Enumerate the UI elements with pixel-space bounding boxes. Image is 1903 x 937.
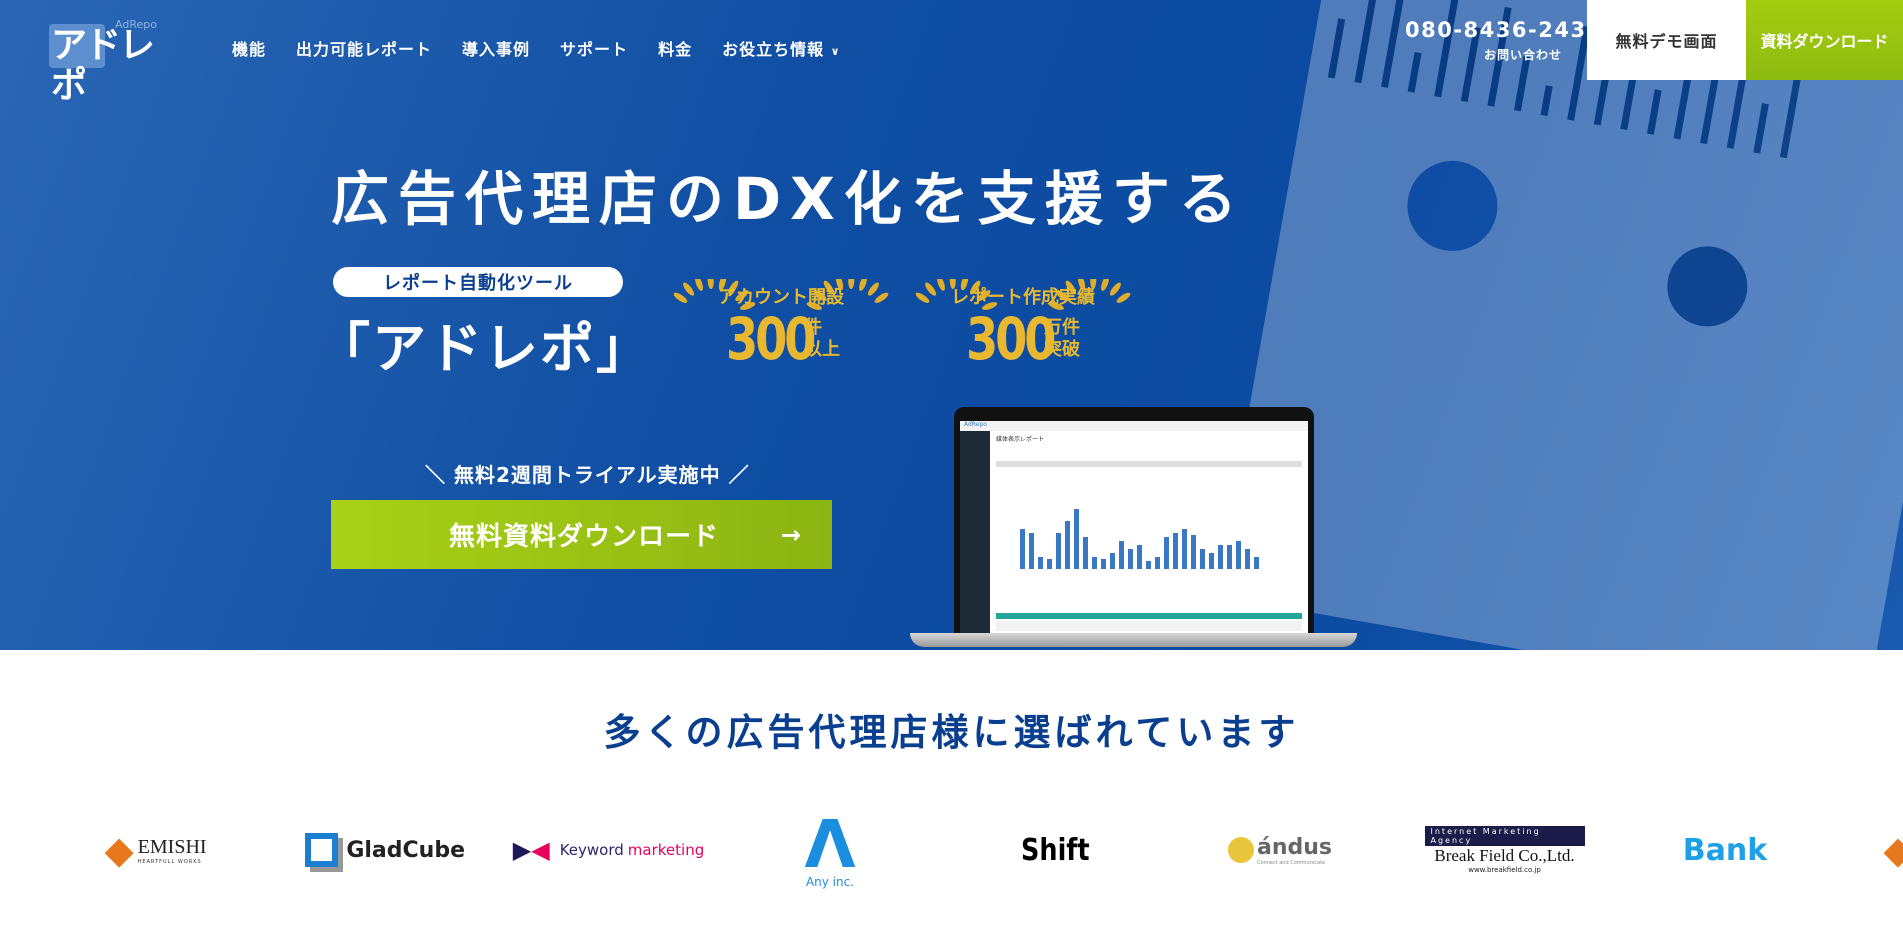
phone-number[interactable]: 080-8436-2432 [1405, 18, 1603, 42]
mini-chart-bar [1182, 529, 1187, 569]
tool-badge: レポート自動化ツール [333, 267, 623, 297]
mini-chart-bar [1254, 557, 1259, 569]
mini-chart-bar [1047, 559, 1052, 569]
client-logos: ◆ EMISHI HEARTFULL WORKS GladCube ▶ ◀ Keyw… [0, 812, 1903, 895]
logo-andus: ándus Connect and Communicate [1220, 815, 1340, 885]
mini-chart-bar [1101, 559, 1106, 569]
logo-gladcube: GladCube [305, 815, 465, 885]
nav-resources[interactable]: お役立ち情報 ∨ [722, 36, 841, 60]
hero-headline: 広告代理店のDX化を支援する [331, 165, 1246, 233]
mini-chart-bar [1155, 557, 1160, 569]
nav-features[interactable]: 機能 [232, 36, 266, 60]
mini-chart-bar [1083, 537, 1088, 569]
mini-chart-bar [1065, 521, 1070, 569]
mini-chart-bar [1164, 537, 1169, 569]
demo-button[interactable]: 無料デモ画面 [1587, 0, 1746, 80]
bg-bar [1646, 89, 1662, 135]
bg-bar [1779, 73, 1802, 159]
nav-reports[interactable]: 出力可能レポート [296, 36, 432, 60]
mini-chart-bar [1137, 545, 1142, 569]
brand-name: 「アドレポ」 [316, 317, 652, 380]
logo-breakfield: Internet Marketing Agency Break Field Co… [1422, 815, 1587, 885]
download-button[interactable]: 資料ダウンロード [1746, 0, 1903, 80]
bg-bar [1513, 55, 1531, 112]
mini-chart-bar [1020, 529, 1025, 569]
bg-bar [1540, 85, 1553, 117]
logo-keyword-marketing: ▶ ◀ Keyword marketing [512, 836, 705, 864]
mini-chart-bar [1038, 557, 1043, 569]
mini-chart-bar [1236, 541, 1241, 569]
stat-accounts: アカウント開設 300 件以上 [668, 279, 894, 373]
mini-chart-bar [1056, 533, 1061, 569]
mini-chart-bar [1029, 533, 1034, 569]
main-nav: 機能 出力可能レポート 導入事例 サポート 料金 お役立ち情報 ∨ [232, 36, 841, 60]
mini-chart-bar [1110, 553, 1115, 569]
diamond-icon: ◆ [104, 828, 134, 872]
mini-chart-bar [1227, 545, 1232, 569]
contact-label[interactable]: お問い合わせ [1484, 46, 1562, 63]
bg-bar [1381, 0, 1408, 88]
nav-support[interactable]: サポート [560, 36, 628, 60]
arrow-right-icon: → [780, 520, 802, 549]
hero-section: AdRepo アドレポ 機能 出力可能レポート 導入事例 サポート 料金 お役立… [0, 0, 1903, 650]
cube-icon [305, 833, 339, 867]
logo-emishi: ◆ EMISHI HEARTFULL WORKS [104, 828, 207, 872]
mini-chart-bar [1191, 535, 1196, 569]
chevron-down-icon: ∨ [830, 45, 841, 58]
bg-bar [1354, 0, 1377, 84]
mini-chart-bar [1128, 549, 1133, 569]
adrepo-logo[interactable]: AdRepo アドレポ [49, 18, 183, 106]
mini-chart-bar [1245, 549, 1250, 569]
cta-download-button[interactable]: 無料資料ダウンロード → [331, 500, 832, 569]
bg-bar [1753, 103, 1769, 154]
mini-chart-bar [1173, 533, 1178, 569]
mini-chart-bar [1200, 549, 1205, 569]
mini-chart-bar [1218, 545, 1223, 569]
logo-any: Λ Any inc. [804, 806, 856, 890]
diamond-icon: ◆ [1883, 828, 1903, 872]
bg-bar [1434, 0, 1462, 98]
bg-bar [1407, 51, 1422, 93]
laptop-mockup: AdRepo 媒体表示レポート [910, 407, 1357, 650]
clients-title: 多くの広告代理店様に選ばれています [603, 711, 1300, 754]
logo-ibank: Bank [1682, 832, 1768, 868]
bg-bar [1700, 78, 1719, 145]
mini-chart-bar [1146, 561, 1151, 569]
stat-reports: レポート作成実績 300 万件 突破 [910, 279, 1136, 373]
logo-emishi-repeat: ◆ [1878, 815, 1903, 885]
mini-chart-bar [1209, 553, 1214, 569]
nav-cases[interactable]: 導入事例 [462, 36, 530, 60]
nav-pricing[interactable]: 料金 [658, 36, 692, 60]
mini-chart-bar [1092, 557, 1097, 569]
mini-chart-bar [1074, 509, 1079, 569]
mini-chart-bar [1119, 541, 1124, 569]
logo-shift: Shift [1020, 832, 1090, 868]
trial-note: ＼ 無料2週間トライアル実施中 ／ [425, 463, 750, 487]
